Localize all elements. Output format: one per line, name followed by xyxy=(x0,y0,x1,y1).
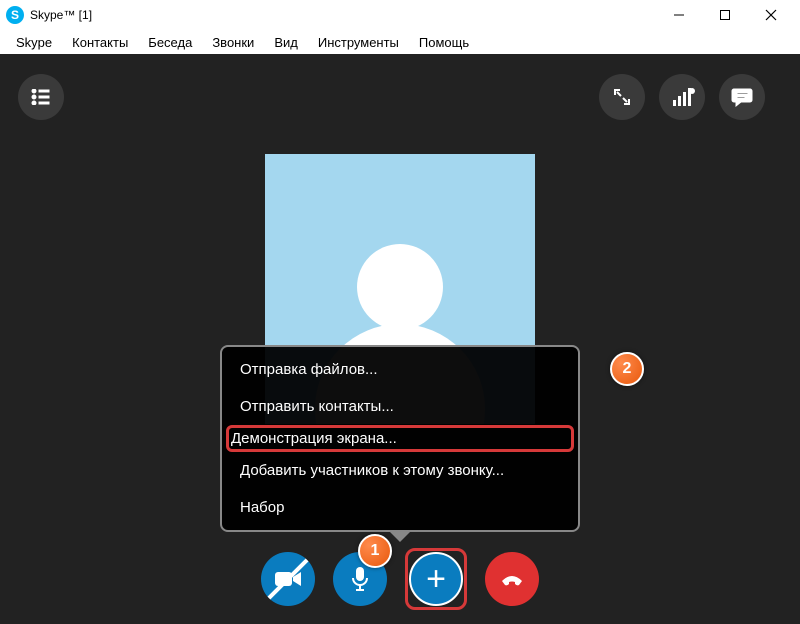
plus-icon: + xyxy=(426,562,446,596)
call-controls: + xyxy=(261,548,539,610)
alert-dot-icon xyxy=(689,88,695,94)
chat-icon xyxy=(731,87,753,107)
call-list-button[interactable] xyxy=(18,74,64,120)
window-close-button[interactable] xyxy=(748,0,794,30)
menu-tools[interactable]: Инструменты xyxy=(308,33,409,52)
popup-send-contacts[interactable]: Отправить контакты... xyxy=(226,388,574,425)
popup-share-screen-label: Демонстрация экрана... xyxy=(231,430,569,447)
popup-dialpad[interactable]: Набор xyxy=(226,489,574,526)
skype-logo-icon: S xyxy=(6,6,24,24)
menu-calls[interactable]: Звонки xyxy=(202,33,264,52)
window-maximize-button[interactable] xyxy=(702,0,748,30)
list-icon xyxy=(31,89,51,105)
video-toggle-button[interactable] xyxy=(261,552,315,606)
window-titlebar: S Skype™ [1] xyxy=(0,0,800,30)
window-title: Skype™ [1] xyxy=(30,8,92,22)
annotation-2: 2 xyxy=(610,352,644,386)
menu-help[interactable]: Помощь xyxy=(409,33,479,52)
call-area: Отправка файлов... Отправить контакты...… xyxy=(0,54,800,624)
menu-view[interactable]: Вид xyxy=(264,33,308,52)
expand-icon xyxy=(613,88,631,106)
popup-share-screen[interactable]: Демонстрация экрана... xyxy=(226,425,574,452)
plus-popup-menu: Отправка файлов... Отправить контакты...… xyxy=(220,345,580,532)
plus-button[interactable]: + xyxy=(409,552,463,606)
menu-contacts[interactable]: Контакты xyxy=(62,33,138,52)
annotation-1: 1 xyxy=(358,534,392,568)
fullscreen-button[interactable] xyxy=(599,74,645,120)
mic-icon xyxy=(351,566,369,592)
menu-conversation[interactable]: Беседа xyxy=(138,33,202,52)
hangup-icon xyxy=(497,564,527,594)
popup-send-files[interactable]: Отправка файлов... xyxy=(226,351,574,388)
menubar: Skype Контакты Беседа Звонки Вид Инструм… xyxy=(0,30,800,54)
menu-skype[interactable]: Skype xyxy=(6,33,62,52)
call-quality-button[interactable] xyxy=(659,74,705,120)
chat-button[interactable] xyxy=(719,74,765,120)
plus-button-highlight: + xyxy=(405,548,467,610)
popup-add-participants[interactable]: Добавить участников к этому звонку... xyxy=(226,452,574,489)
hangup-button[interactable] xyxy=(485,552,539,606)
window-minimize-button[interactable] xyxy=(656,0,702,30)
avatar-head-icon xyxy=(357,244,443,330)
